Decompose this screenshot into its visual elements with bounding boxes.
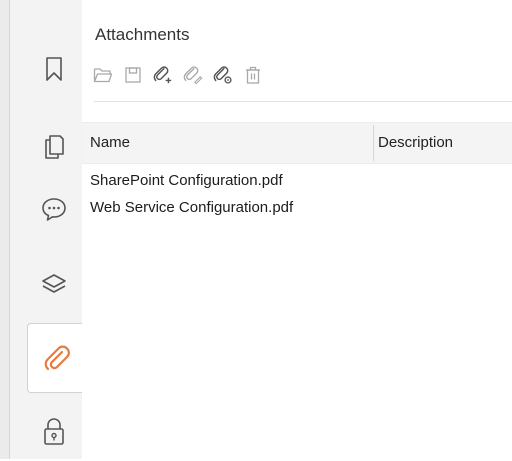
nav-security-button[interactable] — [28, 403, 80, 461]
bookmark-icon — [46, 57, 62, 81]
nav-edge — [0, 0, 10, 459]
lock-icon — [44, 418, 64, 445]
edit-attachment-icon — [183, 66, 203, 85]
column-resize-handle[interactable] — [373, 125, 374, 161]
toolbar-divider — [94, 101, 512, 102]
attachments-panel: Attachments Name Description SharePoint … — [82, 0, 512, 459]
attachments-toolbar — [93, 63, 273, 87]
nav-attachments-button[interactable] — [27, 323, 84, 393]
save-attachment-button[interactable] — [123, 65, 143, 85]
attachments-list: SharePoint Configuration.pdf Web Service… — [90, 171, 293, 225]
open-attachment-button[interactable] — [93, 65, 113, 85]
pages-icon — [45, 135, 64, 159]
attachment-properties-icon — [213, 66, 232, 84]
edit-attachment-button[interactable] — [183, 65, 203, 85]
table-row[interactable]: SharePoint Configuration.pdf — [90, 171, 293, 198]
panel-title: Attachments — [95, 25, 190, 44]
nav-pages-button[interactable] — [28, 118, 80, 176]
attachment-icon — [44, 345, 70, 371]
delete-attachment-button[interactable] — [243, 65, 263, 85]
table-row[interactable]: Web Service Configuration.pdf — [90, 198, 293, 225]
save-icon — [125, 67, 141, 83]
nav-comments-button[interactable] — [28, 180, 80, 238]
nav-layers-button[interactable] — [28, 255, 80, 313]
add-attachment-button[interactable] — [153, 65, 173, 85]
nav-bookmarks-button[interactable] — [28, 40, 80, 98]
attachment-name: SharePoint Configuration.pdf — [90, 172, 283, 189]
attachment-properties-button[interactable] — [213, 65, 233, 85]
column-header-name[interactable]: Name — [90, 123, 130, 163]
layers-icon — [42, 274, 66, 293]
open-folder-icon — [93, 68, 113, 83]
delete-icon — [246, 66, 260, 84]
comments-icon — [42, 198, 66, 221]
add-attachment-icon — [153, 66, 172, 84]
column-header-description[interactable]: Description — [378, 123, 453, 163]
attachments-table-header: Name Description — [82, 122, 512, 164]
attachment-name: Web Service Configuration.pdf — [90, 199, 294, 216]
navigation-pane — [0, 0, 84, 461]
